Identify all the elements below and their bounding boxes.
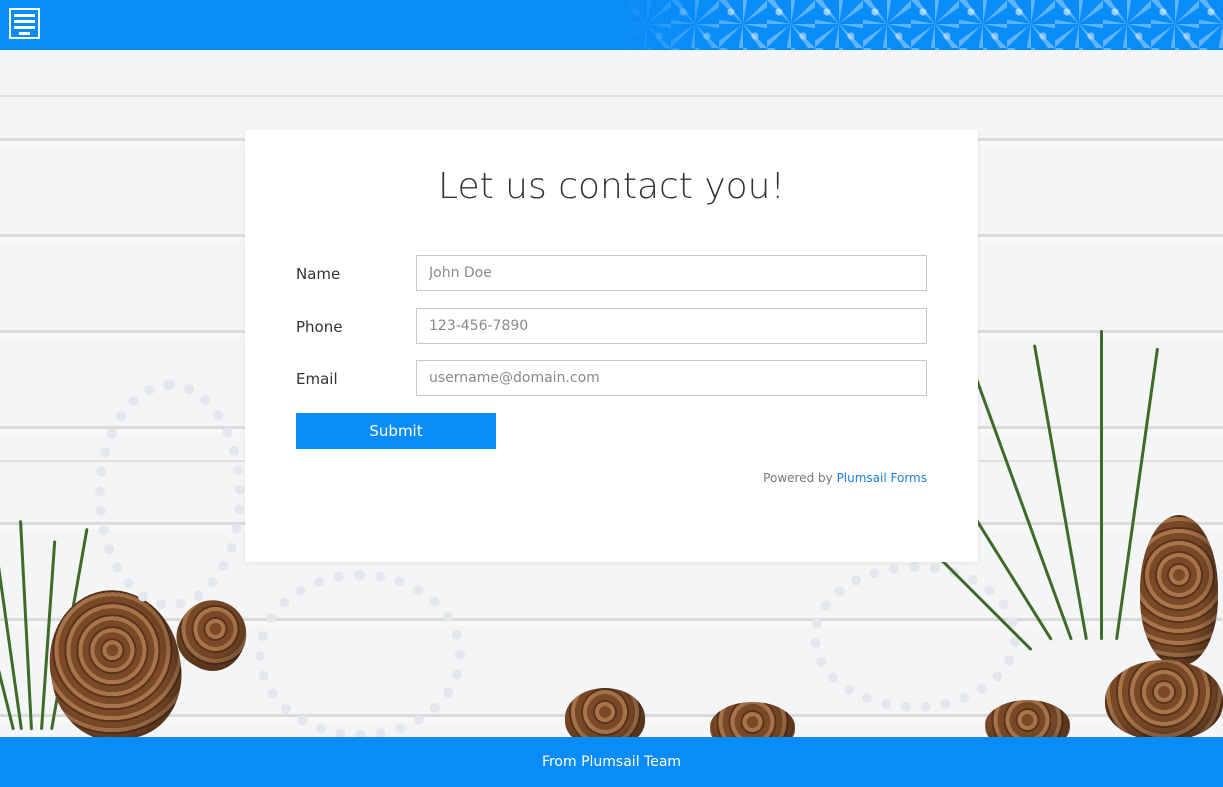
- snowflake-decoration: [255, 570, 465, 737]
- pine-cone: [565, 688, 645, 737]
- form-title: Let us contact you!: [438, 166, 785, 207]
- snowflake-pattern: [623, 0, 1223, 50]
- footer: From Plumsail Team: [0, 737, 1223, 787]
- submit-button[interactable]: Submit: [296, 413, 496, 449]
- name-label: Name: [296, 265, 341, 283]
- plumsail-forms-link[interactable]: Plumsail Forms: [837, 471, 927, 485]
- top-bar: [0, 0, 1223, 50]
- powered-by-prefix: Powered by: [763, 471, 833, 485]
- name-input[interactable]: [416, 255, 927, 291]
- form-icon[interactable]: [9, 8, 40, 39]
- footer-text: From Plumsail Team: [541, 754, 682, 770]
- email-label: Email: [296, 370, 338, 388]
- phone-label: Phone: [296, 318, 343, 336]
- phone-input[interactable]: [416, 308, 927, 344]
- snowflake-decoration: [95, 380, 245, 610]
- pine-branch-right: [889, 330, 1160, 652]
- pine-cone: [1105, 660, 1223, 737]
- powered-by: Powered by Plumsail Forms: [640, 471, 927, 485]
- pine-cone: [1140, 515, 1218, 665]
- pine-cone: [985, 700, 1070, 737]
- email-input[interactable]: [416, 360, 927, 396]
- pine-cone: [710, 702, 795, 737]
- snowflake-decoration: [810, 562, 1020, 712]
